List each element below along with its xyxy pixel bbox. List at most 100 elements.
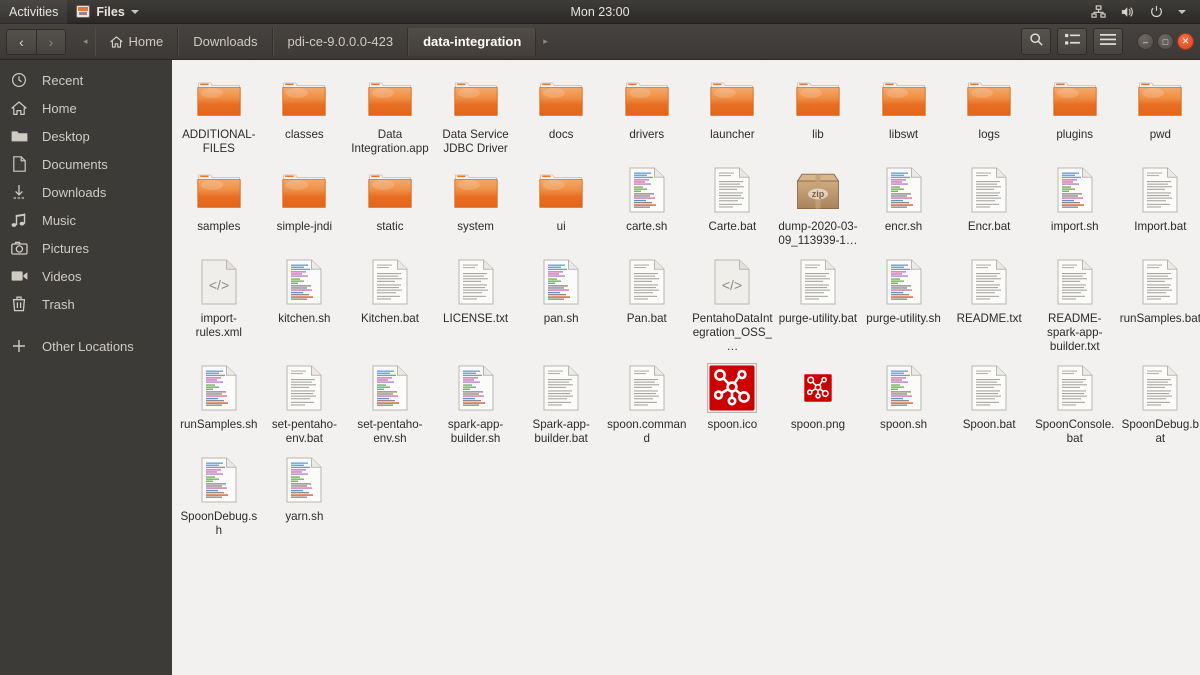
folder-icon [880,74,928,122]
file-item[interactable]: runSamples.sh [176,356,262,448]
folder-icon [708,74,756,122]
file-item[interactable]: ui [518,158,604,250]
file-item[interactable]: purge-utility.sh [861,250,947,356]
clock[interactable]: Mon 23:00 [0,5,1200,19]
folder-icon [452,74,500,122]
download-icon [10,184,28,200]
sidebar-item-music[interactable]: Music [0,206,172,234]
system-status-area[interactable] [1085,0,1200,24]
sidebar-item-home[interactable]: Home [0,94,172,122]
minimize-button[interactable]: – [1137,33,1154,50]
sidebar-item-desktop[interactable]: Desktop [0,122,172,150]
sidebar-item-recent[interactable]: Recent [0,66,172,94]
file-item[interactable]: Spoon.bat [946,356,1032,448]
file-item[interactable]: spoon.command [604,356,690,448]
breadcrumb-scroll-right[interactable]: ▸ [536,28,555,56]
file-item[interactable]: set-pentaho-env.bat [262,356,348,448]
window-controls: – □ ✕ [1137,33,1194,50]
file-item-label: Kitchen.bat [360,312,419,325]
file-item[interactable]: Data Integration.app [347,66,433,158]
file-view-pane[interactable]: ADDITIONAL-FILES classes Data Integratio… [172,60,1200,675]
file-item[interactable]: docs [518,66,604,158]
file-item[interactable]: spoon.ico [690,356,776,448]
file-item[interactable]: yarn.sh [262,448,348,540]
file-item[interactable]: launcher [690,66,776,158]
file-item[interactable]: kitchen.sh [262,250,348,356]
file-item[interactable]: README-spark-app-builder.txt [1032,250,1118,356]
sidebar-item-other-locations[interactable]: Other Locations [0,332,172,360]
activities-button[interactable]: Activities [0,0,68,24]
file-item[interactable]: spoon.sh [861,356,947,448]
file-item-label: LICENSE.txt [443,312,509,325]
shell-script-icon [537,258,585,306]
file-item[interactable]: static [347,158,433,250]
search-button[interactable] [1021,28,1051,55]
file-item[interactable]: encr.sh [861,158,947,250]
file-item[interactable]: plugins [1032,66,1118,158]
volume-icon[interactable] [1114,0,1141,24]
sidebar-item-downloads[interactable]: Downloads [0,178,172,206]
power-icon[interactable] [1143,0,1170,24]
back-button[interactable]: ‹ [6,28,36,55]
file-item[interactable]: pwd [1118,66,1200,158]
breadcrumb-item-data-integration[interactable]: data-integration [408,27,537,56]
file-item[interactable]: </> import-rules.xml [176,250,262,356]
file-item[interactable]: classes [262,66,348,158]
close-button[interactable]: ✕ [1177,33,1194,50]
file-item[interactable]: lib [775,66,861,158]
text-document-icon [452,258,500,306]
maximize-button[interactable]: □ [1157,33,1174,50]
sidebar-item-label: Videos [42,268,82,284]
breadcrumb-item-downloads[interactable]: Downloads [178,27,273,56]
file-item[interactable]: set-pentaho-env.sh [347,356,433,448]
file-item[interactable]: SpoonDebug.bat [1118,356,1200,448]
file-item[interactable]: Kitchen.bat [347,250,433,356]
sidebar-item-trash[interactable]: Trash [0,290,172,318]
file-item[interactable]: logs [946,66,1032,158]
file-item[interactable]: Data Service JDBC Driver [433,66,519,158]
file-item[interactable]: system [433,158,519,250]
network-icon[interactable] [1085,0,1112,24]
file-item[interactable]: spoon.png [775,356,861,448]
file-item[interactable]: SpoonDebug.sh [176,448,262,540]
file-item[interactable]: Carte.bat [690,158,776,250]
file-item[interactable]: ADDITIONAL-FILES [176,66,262,158]
file-item[interactable]: purge-utility.bat [775,250,861,356]
file-item-label: launcher [710,128,755,141]
file-item[interactable]: </> PentahoDataIntegration_OSS_… [690,250,776,356]
breadcrumb-scroll-left[interactable]: ◂ [76,28,95,56]
file-item[interactable]: drivers [604,66,690,158]
file-item[interactable]: import.sh [1032,158,1118,250]
file-item[interactable]: Spark-app-builder.bat [518,356,604,448]
breadcrumb-item-home[interactable]: Home [94,27,179,56]
file-item[interactable]: pan.sh [518,250,604,356]
view-options-button[interactable] [1057,28,1087,55]
svg-text:</>: </> [209,277,229,293]
sidebar-item-videos[interactable]: Videos [0,262,172,290]
file-item-label: purge-utility.bat [778,312,858,325]
file-item[interactable]: spark-app-builder.sh [433,356,519,448]
file-item[interactable]: Pan.bat [604,250,690,356]
files-app-menu[interactable]: Files [67,0,148,24]
file-item[interactable]: libswt [861,66,947,158]
file-item[interactable]: carte.sh [604,158,690,250]
file-item[interactable]: simple-jndi [262,158,348,250]
chevron-down-icon[interactable] [1172,0,1192,24]
file-item[interactable]: Encr.bat [946,158,1032,250]
file-item[interactable]: README.txt [946,250,1032,356]
sidebar-item-documents[interactable]: Documents [0,150,172,178]
sidebar-item-pictures[interactable]: Pictures [0,234,172,262]
file-item[interactable]: Import.bat [1118,158,1200,250]
app-menu-button[interactable] [1093,28,1123,55]
forward-button[interactable]: › [36,28,66,55]
folder-icon [452,166,500,214]
breadcrumb-item-pdi[interactable]: pdi-ce-9.0.0.0-423 [272,27,409,56]
file-item[interactable]: LICENSE.txt [433,250,519,356]
file-item[interactable]: zip dump-2020-03-09_113939-1… [775,158,861,250]
sidebar-item-label: Desktop [42,128,90,144]
file-item[interactable]: SpoonConsole.bat [1032,356,1118,448]
file-item-label: spoon.ico [707,418,758,431]
file-item[interactable]: samples [176,158,262,250]
file-item[interactable]: runSamples.bat [1118,250,1200,356]
file-item-label: Import.bat [1134,220,1187,233]
